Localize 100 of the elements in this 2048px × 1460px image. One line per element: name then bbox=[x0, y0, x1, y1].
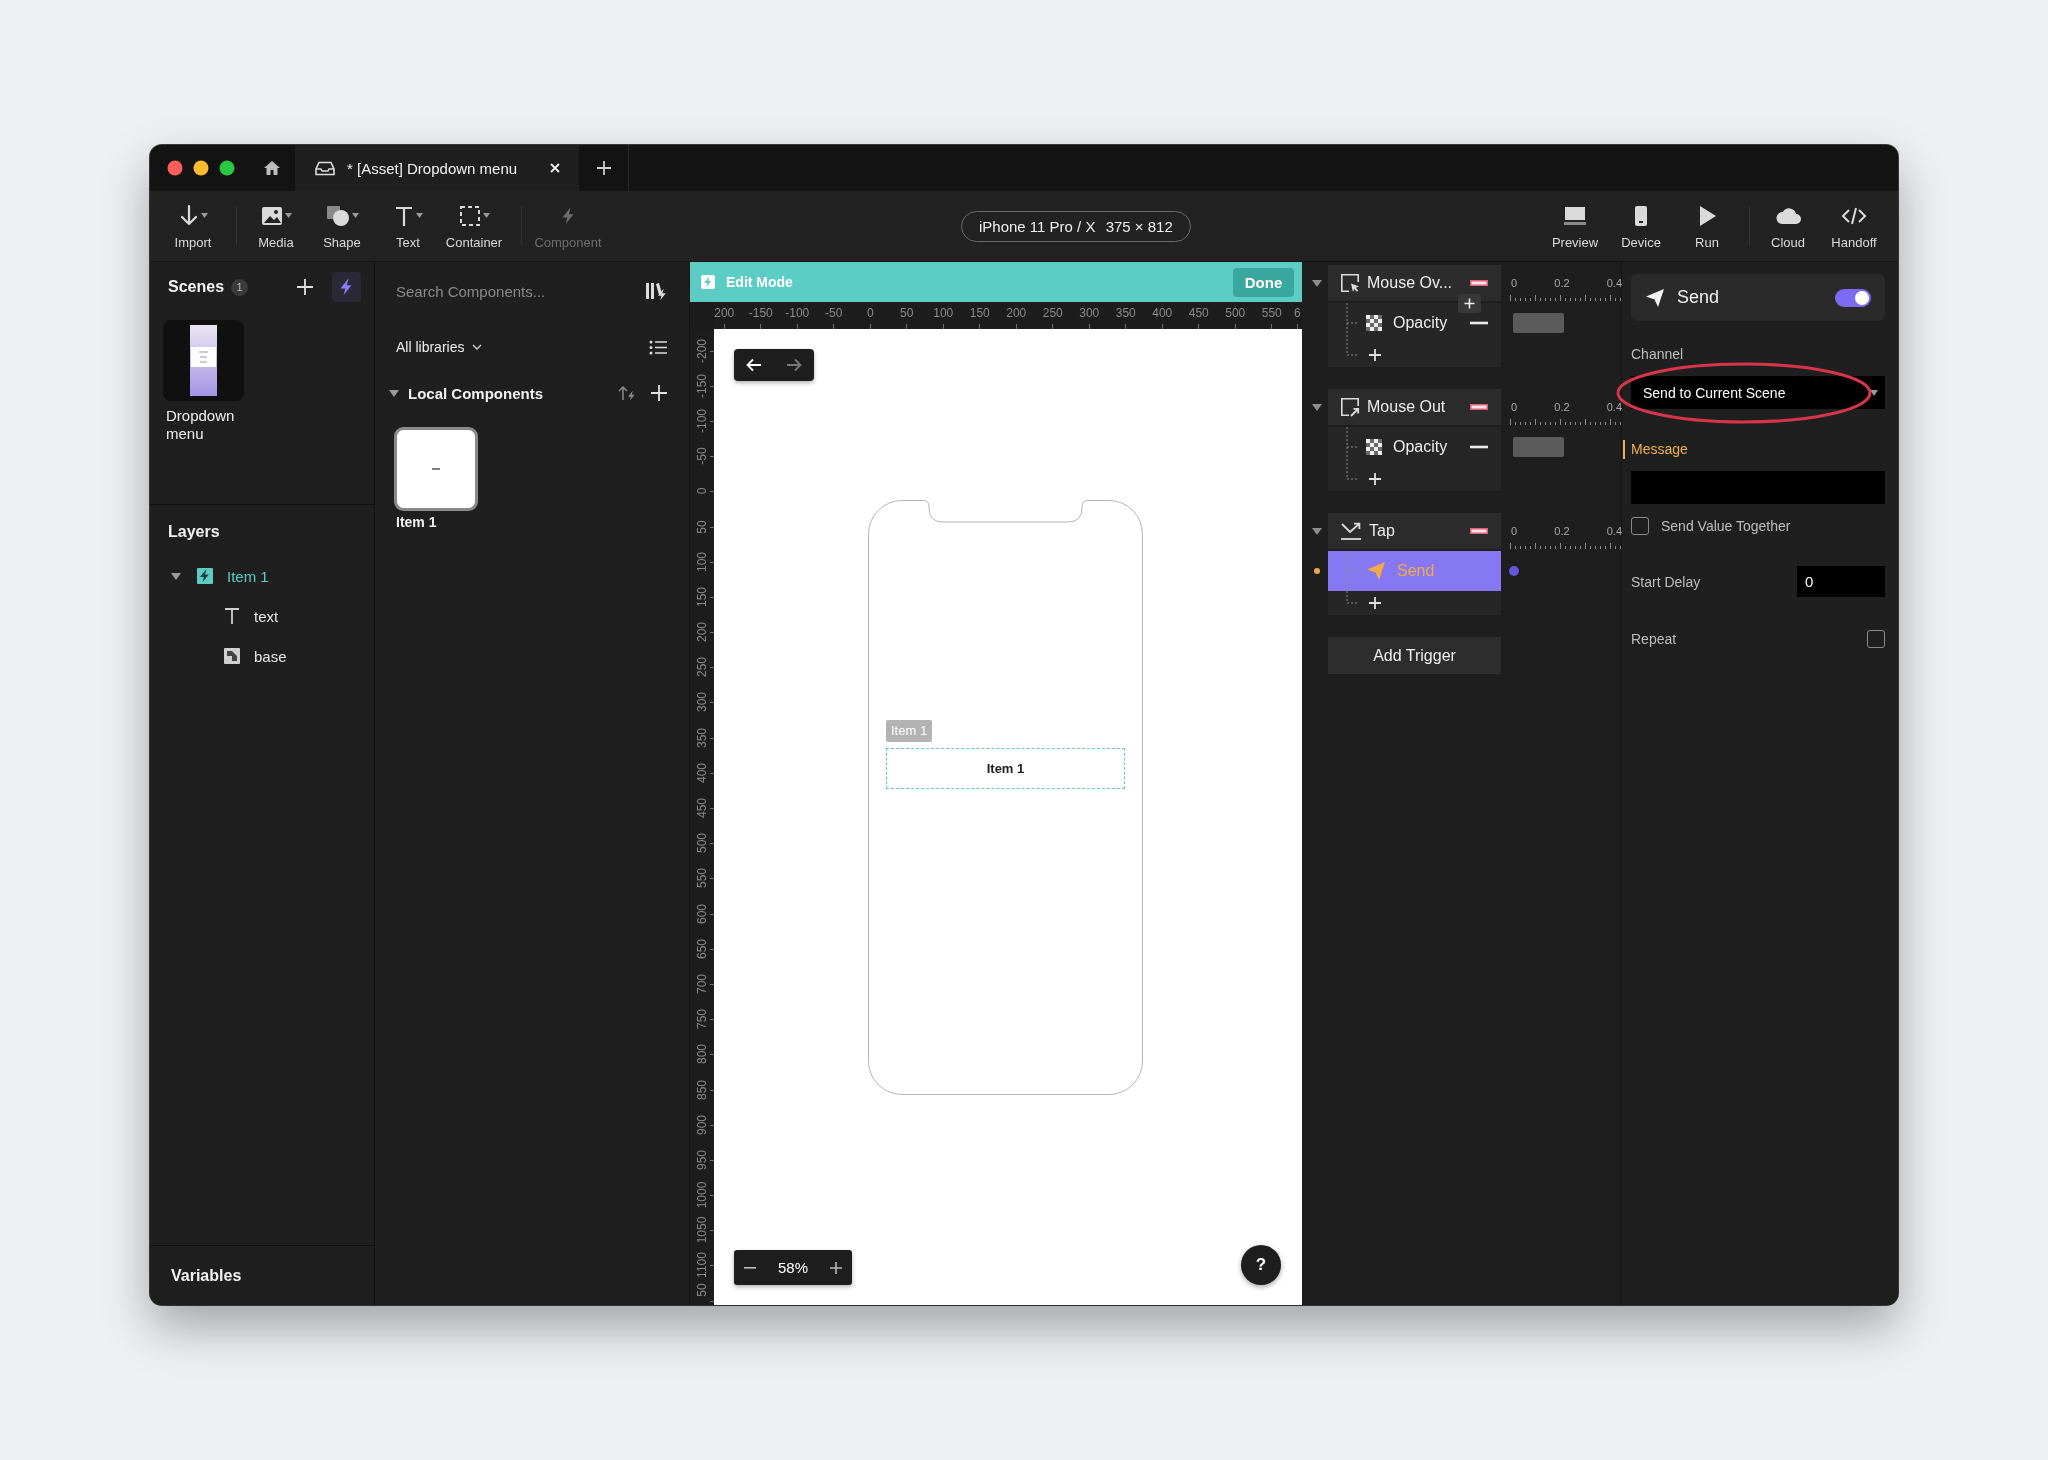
toggle-switch[interactable] bbox=[1835, 288, 1871, 307]
layer-item[interactable]: base bbox=[198, 636, 374, 676]
left-arrow-icon[interactable] bbox=[746, 358, 762, 372]
cursor-square-icon bbox=[1340, 273, 1360, 293]
trigger-row[interactable]: Mouse Out bbox=[1328, 389, 1501, 425]
shape-button[interactable]: Shape bbox=[309, 197, 375, 255]
caret-down-icon[interactable] bbox=[1312, 403, 1322, 411]
ruler-label: 150 bbox=[695, 586, 709, 607]
caret-icon bbox=[415, 213, 423, 218]
phone-icon bbox=[1634, 204, 1648, 227]
ruler-label: 6 bbox=[1294, 306, 1301, 320]
item-element[interactable]: Item 1 bbox=[886, 748, 1125, 789]
field-label: Channel bbox=[1631, 345, 1685, 363]
text-button[interactable]: Text bbox=[375, 197, 441, 255]
canvas[interactable]: Item 1 Item 1 58% ? bbox=[714, 329, 1302, 1305]
keyframe-dot-icon[interactable] bbox=[1509, 566, 1519, 576]
paper-plane-icon bbox=[1366, 561, 1386, 581]
action-title: Send bbox=[1677, 287, 1720, 308]
ruler-label: 800 bbox=[695, 1044, 709, 1065]
run-button[interactable]: Run bbox=[1674, 197, 1740, 255]
import-button[interactable]: Import bbox=[160, 197, 226, 255]
tab[interactable]: * [Asset] Dropdown menu bbox=[295, 145, 579, 191]
ruler-label: 150 bbox=[969, 306, 990, 320]
ruler-label: -50 bbox=[695, 447, 709, 465]
ruler-label: 0 bbox=[695, 488, 709, 495]
component-thumbnail[interactable] bbox=[394, 427, 478, 511]
container-button[interactable]: Container bbox=[441, 197, 507, 255]
mode-label: Edit Mode bbox=[726, 274, 793, 290]
help-button[interactable]: ? bbox=[1241, 1245, 1281, 1285]
home-icon[interactable] bbox=[262, 160, 281, 176]
component-name: Item 1 bbox=[396, 514, 438, 531]
layer-item[interactable]: text bbox=[198, 596, 374, 636]
trigger-row[interactable]: Mouse Ov... bbox=[1328, 265, 1501, 301]
component-icon bbox=[197, 568, 213, 584]
minus-icon[interactable] bbox=[744, 1266, 756, 1269]
plus-icon[interactable] bbox=[1369, 349, 1381, 361]
plus-icon[interactable] bbox=[596, 161, 611, 175]
library-dropdown[interactable]: All libraries bbox=[396, 339, 483, 355]
timeline-scale-label: 0 bbox=[1511, 525, 1518, 538]
text-field[interactable] bbox=[1631, 471, 1885, 504]
plus-icon[interactable] bbox=[297, 279, 313, 295]
close-window-icon[interactable] bbox=[167, 160, 183, 176]
plus-icon[interactable] bbox=[1369, 597, 1381, 609]
right-arrow-icon[interactable] bbox=[786, 358, 802, 372]
media-button[interactable]: Media bbox=[243, 197, 309, 255]
layer-item[interactable]: Item 1 bbox=[171, 556, 374, 596]
checkbox[interactable] bbox=[1631, 517, 1649, 535]
close-icon[interactable] bbox=[550, 163, 560, 173]
checkbox[interactable] bbox=[1867, 630, 1885, 648]
caret-icon bbox=[351, 213, 359, 218]
minus-icon[interactable] bbox=[1470, 445, 1488, 449]
checkbox-label: Send Value Together bbox=[1661, 517, 1791, 535]
plus-icon[interactable] bbox=[830, 1261, 842, 1274]
caret-down-icon[interactable] bbox=[389, 389, 399, 397]
timeline-scale-label: 0.4 bbox=[1606, 277, 1622, 290]
field-label: Repeat bbox=[1631, 630, 1677, 648]
device-button[interactable]: Device bbox=[1608, 197, 1674, 255]
minus-icon[interactable] bbox=[1470, 321, 1488, 325]
caret-down-icon[interactable] bbox=[1312, 279, 1322, 287]
section-title: Layers bbox=[168, 522, 221, 542]
section-title: Local Components bbox=[408, 384, 543, 402]
library-icon[interactable] bbox=[645, 281, 667, 301]
ruler-label: 50 bbox=[900, 306, 914, 320]
cloud-button[interactable]: Cloud bbox=[1755, 197, 1821, 255]
search-field[interactable]: Search Components... bbox=[396, 273, 645, 309]
ruler-label: 0 bbox=[866, 306, 874, 320]
tray-icon bbox=[315, 160, 335, 176]
scene-thumbnail[interactable] bbox=[163, 320, 244, 401]
section-title: Variables bbox=[171, 1265, 242, 1286]
handoff-button[interactable]: Handoff bbox=[1821, 197, 1887, 255]
caret-icon bbox=[200, 213, 208, 218]
caret-down-icon[interactable] bbox=[171, 572, 181, 580]
plus-icon[interactable] bbox=[1458, 294, 1481, 313]
plus-icon[interactable] bbox=[651, 385, 667, 401]
scene-count: 1 bbox=[231, 278, 249, 296]
ruler-label: 200 bbox=[714, 306, 735, 320]
sort-icon[interactable] bbox=[618, 385, 636, 401]
checkerboard-icon bbox=[1366, 315, 1382, 331]
timeline-scale-label: 0.2 bbox=[1554, 277, 1570, 290]
element-name-tag: Item 1 bbox=[886, 720, 933, 742]
trigger-row[interactable]: Tap bbox=[1328, 513, 1501, 549]
action-row[interactable]: Opacity bbox=[1328, 303, 1501, 343]
ruler-label: 950 bbox=[695, 1149, 709, 1170]
ruler-label: 50 bbox=[695, 519, 709, 534]
caret-down-icon[interactable] bbox=[1312, 527, 1322, 535]
channel-dropdown[interactable]: Send to Current Scene bbox=[1631, 376, 1885, 409]
minimize-window-icon[interactable] bbox=[193, 160, 209, 176]
ruler-label: 650 bbox=[695, 938, 709, 959]
action-row[interactable]: Opacity bbox=[1328, 427, 1501, 467]
plus-icon[interactable] bbox=[1369, 473, 1381, 485]
preview-button[interactable]: Preview bbox=[1542, 197, 1608, 255]
lightning-icon[interactable] bbox=[332, 272, 361, 302]
maximize-window-icon[interactable] bbox=[219, 160, 235, 176]
field-label: Start Delay bbox=[1631, 572, 1701, 591]
add-trigger-button[interactable]: Add Trigger bbox=[1328, 637, 1501, 674]
list-icon[interactable] bbox=[649, 339, 667, 355]
timeline-scale-label: 0.2 bbox=[1554, 401, 1570, 414]
timeline-scale-label: 0 bbox=[1511, 401, 1518, 414]
ruler-label: 400 bbox=[1152, 306, 1173, 320]
number-field[interactable]: 0 bbox=[1797, 566, 1885, 597]
